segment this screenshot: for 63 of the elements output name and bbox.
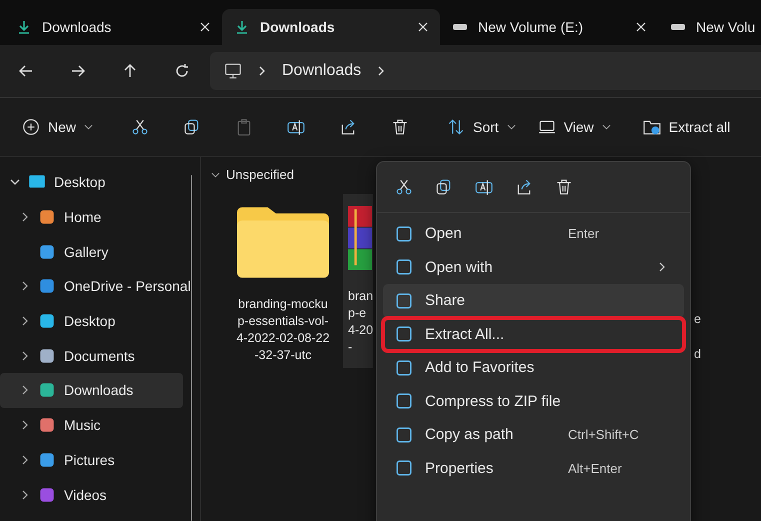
dropdown-caret-icon [602, 124, 611, 130]
new-button[interactable]: New [14, 112, 102, 142]
tab[interactable]: Downloads [222, 9, 440, 45]
delete-icon[interactable] [555, 178, 573, 196]
cut-icon[interactable] [395, 178, 413, 196]
sidebar-item[interactable]: Desktop [0, 304, 191, 338]
tab[interactable]: New Volume (E:) [440, 9, 658, 45]
close-icon[interactable] [418, 22, 428, 32]
file-item[interactable]: bran p-e 4-20 - [343, 194, 373, 368]
chevron-icon[interactable] [20, 350, 30, 361]
close-icon[interactable] [636, 22, 646, 32]
copy-icon[interactable] [435, 178, 453, 196]
extract-all-button[interactable]: Extract all [634, 112, 738, 142]
sidebar-item[interactable]: Music [0, 408, 191, 442]
folder-icon [237, 206, 329, 278]
chevron-icon[interactable] [20, 316, 30, 326]
refresh-icon[interactable] [174, 63, 190, 79]
sidebar-item[interactable]: Downloads [0, 373, 183, 408]
dropdown-caret-icon [506, 124, 516, 130]
breadcrumb[interactable]: Downloads [282, 62, 362, 80]
chevron-icon [377, 65, 386, 77]
dropdown-caret-icon [84, 124, 94, 130]
chevron-icon[interactable] [10, 177, 20, 188]
laptop-icon [538, 118, 556, 136]
sidebar-item[interactable]: Documents [0, 338, 191, 374]
menu-item[interactable]: Copy as path Ctrl+Shift+C [383, 418, 684, 452]
menu-item[interactable]: Extract All... [383, 318, 684, 351]
chevron-icon[interactable] [20, 454, 30, 465]
sidebar-item[interactable]: Home [0, 200, 191, 234]
close-icon[interactable] [200, 22, 210, 32]
chevron-icon [211, 172, 220, 178]
menu-item[interactable]: Open with [383, 250, 684, 284]
sidebar-item[interactable]: Gallery [0, 234, 191, 270]
forward-arrow-icon[interactable] [70, 63, 86, 79]
plus-circle-icon [22, 118, 40, 136]
chevron-icon [258, 65, 266, 77]
sidebar-item[interactable]: Pictures [0, 442, 191, 478]
sidebar-item[interactable]: Desktop [0, 165, 191, 200]
address-bar[interactable]: Downloads [210, 52, 761, 90]
rename-icon[interactable] [475, 178, 493, 196]
chevron-icon[interactable] [20, 212, 30, 222]
back-arrow-icon[interactable] [18, 63, 34, 79]
chevron-icon[interactable] [20, 490, 30, 500]
tab[interactable]: Downloads [4, 9, 222, 45]
menu-item[interactable]: Add to Favorites [383, 351, 684, 384]
file-label[interactable]: e d [690, 200, 720, 372]
menu-item[interactable]: Open Enter [383, 217, 684, 250]
tab[interactable]: New Volu [658, 9, 761, 45]
chevron-icon[interactable] [20, 385, 30, 396]
chevron-icon[interactable] [20, 420, 30, 430]
view-button[interactable]: View [530, 112, 619, 142]
file-item[interactable]: branding-mocku p-essentials-vol- 4-2022-02-08-22 -32-37-utc [225, 194, 341, 368]
sort-button[interactable]: Sort [439, 112, 524, 142]
menu-item[interactable]: Compress to ZIP file [383, 384, 684, 418]
group-header[interactable]: Unspecified [211, 167, 761, 182]
sort-icon [447, 118, 466, 136]
menu-item[interactable]: Properties Alt+Enter [383, 452, 684, 485]
monitor-icon [224, 62, 242, 80]
menu-item[interactable]: Share [383, 284, 684, 318]
sidebar-item[interactable]: Videos [0, 477, 191, 512]
chevron-icon[interactable] [20, 281, 30, 292]
up-arrow-icon[interactable] [122, 63, 138, 79]
sidebar-item[interactable]: OneDrive - Personal [0, 269, 191, 304]
